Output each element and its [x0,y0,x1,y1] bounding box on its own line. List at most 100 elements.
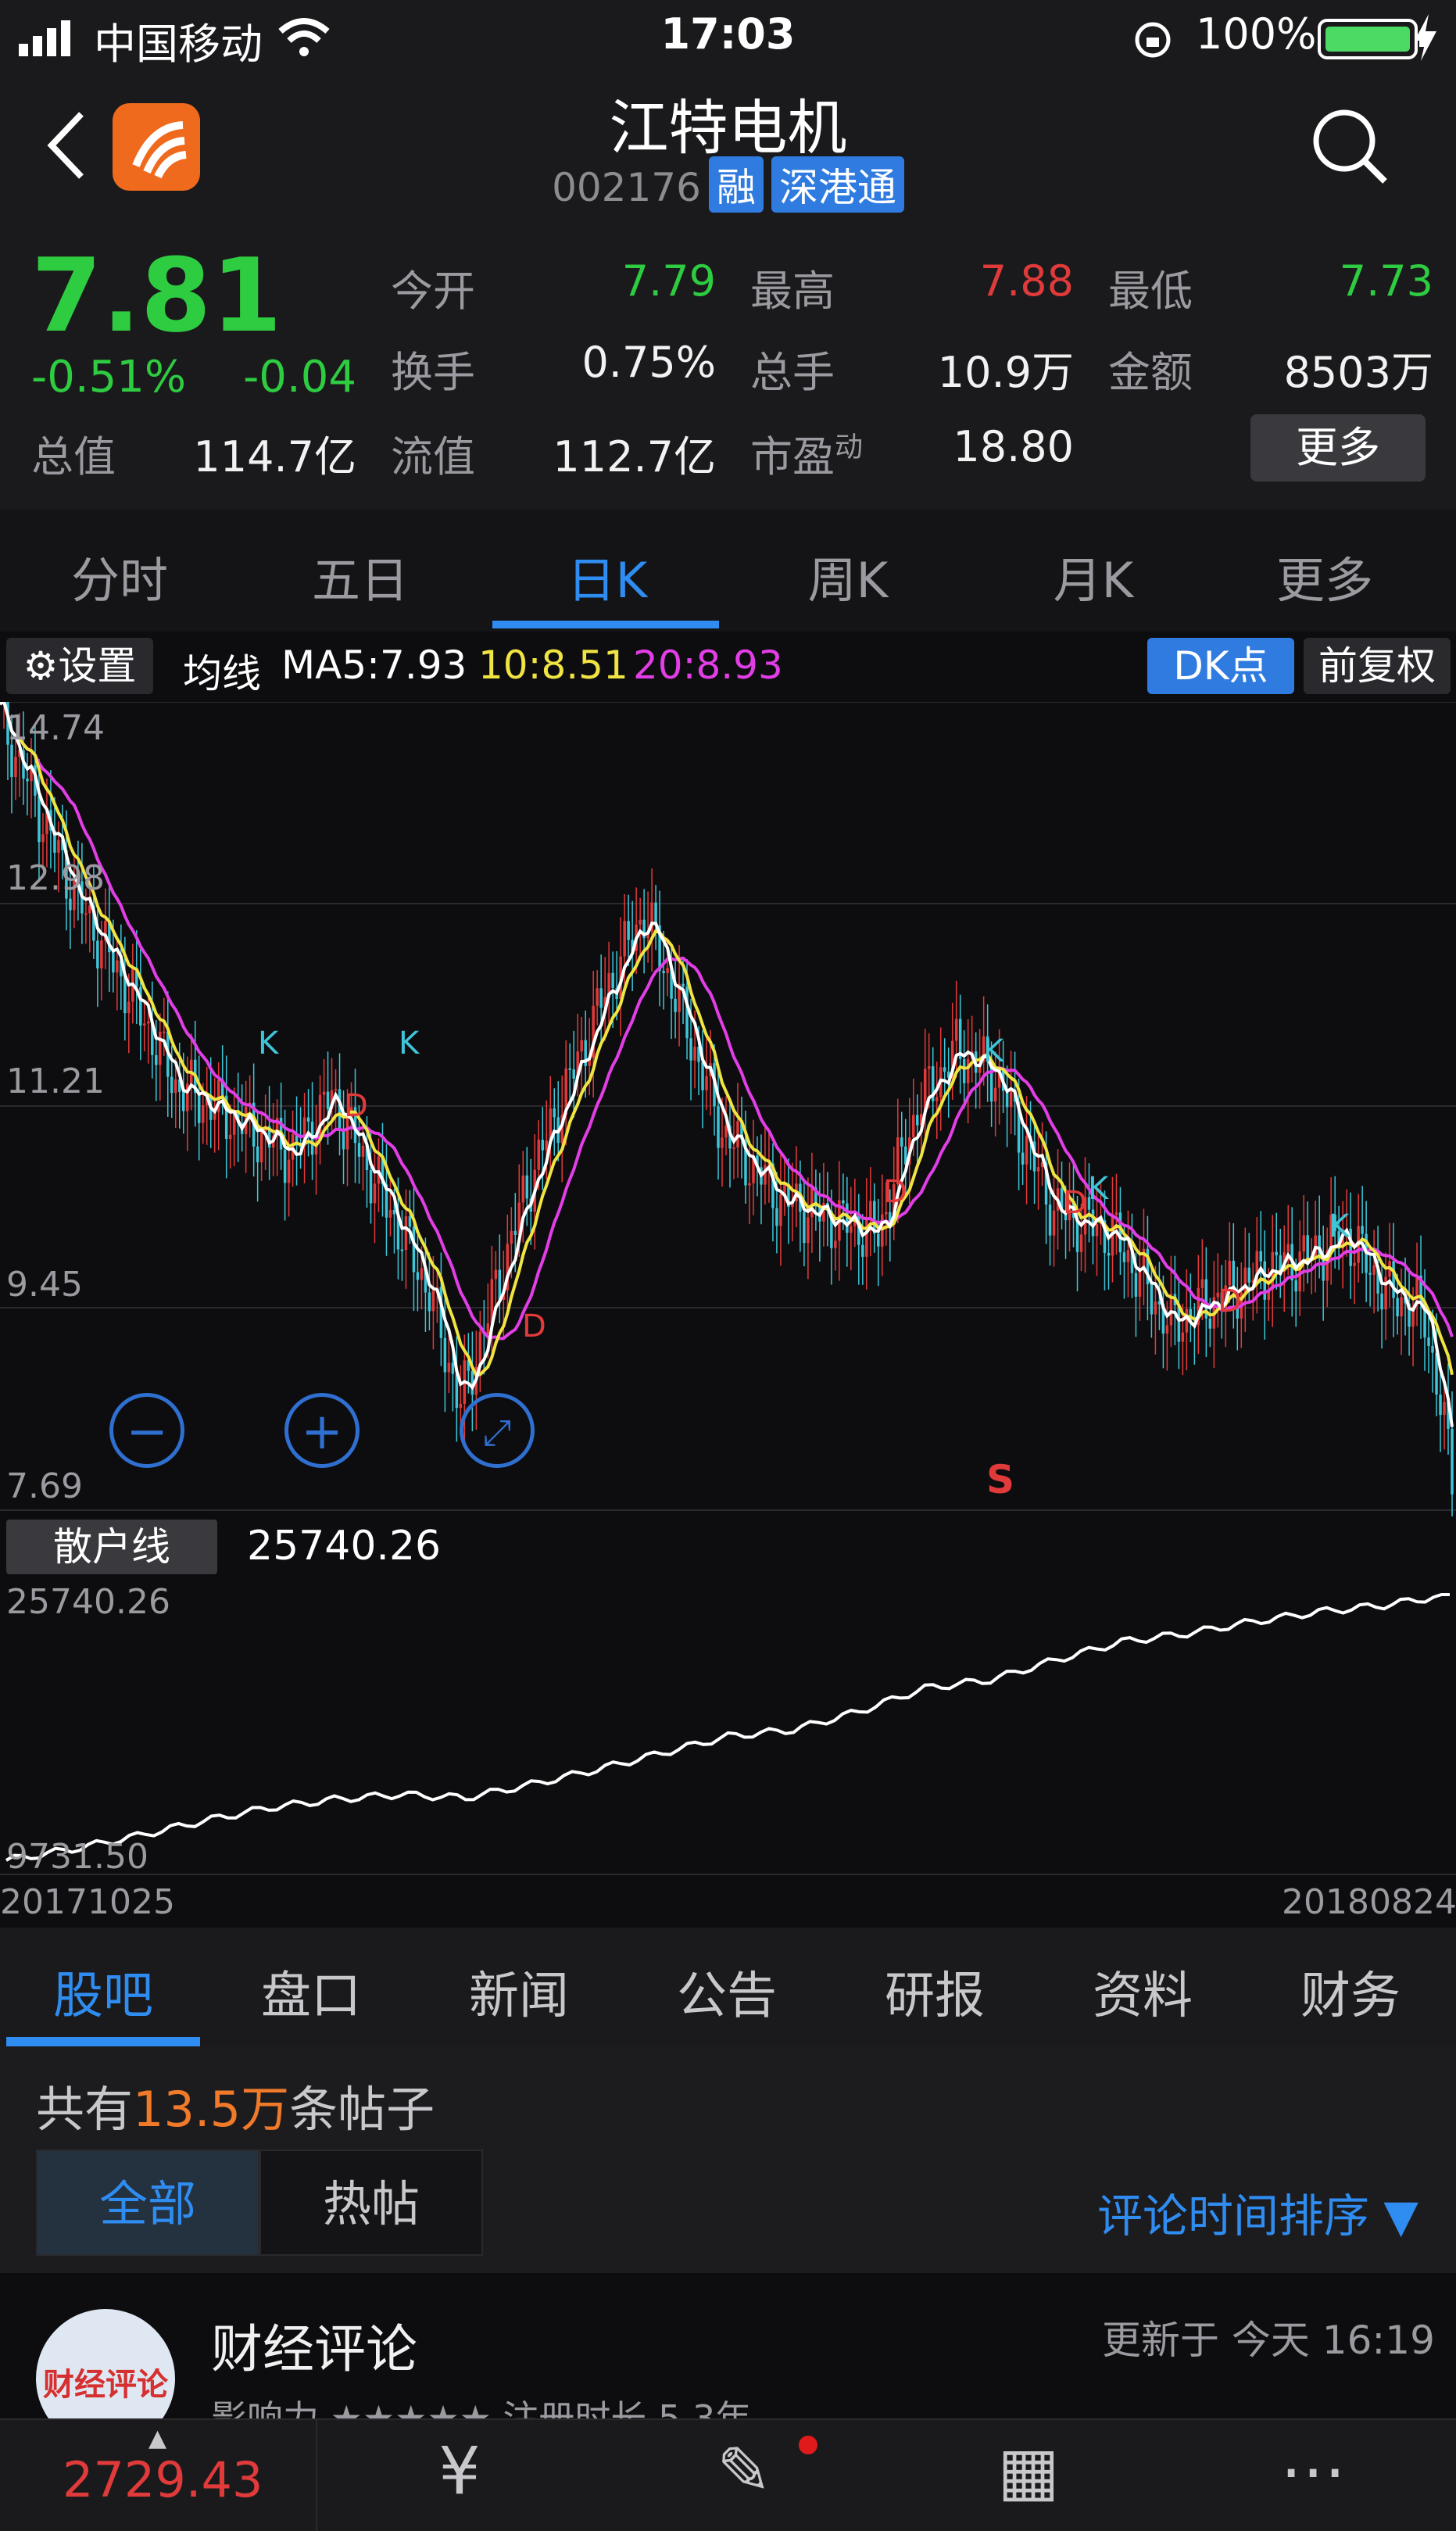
candle-body [1439,1394,1442,1416]
list-item[interactable]: 财经评论 财经评论 更新于 今天 16:19 影响力 ★★★★★ 注册时长 5.… [0,2273,1456,2448]
candle-body [861,1244,864,1257]
candle-body [572,1069,575,1079]
content-tabs: 股吧 盘口 新闻 公告 研报 资料 财务 [0,1928,1456,2046]
tab-announcements[interactable]: 公告 [633,1956,821,2028]
post-author[interactable]: 财经评论 [211,2307,417,2382]
candle-body [599,988,603,1008]
trade-icon[interactable]: ¥ [405,2433,514,2509]
candle-body [1259,1251,1263,1262]
candle-body [388,1209,392,1218]
candle-body [724,1125,728,1138]
dk-point-button[interactable]: DK点 [1147,638,1294,694]
candle-body [84,913,88,915]
rotation-lock-icon [1135,22,1171,58]
post-count-number: 13.5万 [133,2081,290,2138]
k-marker: K [1329,1208,1350,1244]
candle-body [123,976,127,1014]
tab-research[interactable]: 研报 [841,1956,1029,2028]
search-icon[interactable] [1310,106,1391,188]
forward-adjust-button[interactable]: 前复权 [1304,638,1451,694]
candle-body [627,921,630,940]
compose-icon[interactable]: ✎ [689,2433,799,2509]
nav-divider [316,2420,317,2531]
candle-body [57,839,60,853]
margin-tag[interactable]: 融 [708,156,764,213]
candle-body [201,1104,205,1123]
candle-body [596,988,599,1006]
active-content-tab-indicator [6,2037,200,2046]
candle-body [147,1021,150,1024]
retail-line-header: 散户线 25740.26 [0,1516,1456,1579]
settings-button[interactable]: ⚙设置 [6,638,153,694]
candle-body [1294,1280,1297,1292]
battery-percent: 100% [1196,9,1317,59]
candle-body [1157,1301,1161,1305]
candle-body [1392,1261,1395,1298]
candle-body [1400,1297,1403,1317]
candle-body [416,1272,420,1280]
stock-header: 江特电机 002176 融深港通 [0,72,1456,228]
kline-chart[interactable]: K K D D K D D K D K [0,702,1456,1516]
k-marker: K [1088,1171,1110,1207]
candle-body [623,921,626,957]
candle-body [322,1091,326,1095]
tab-daily-k[interactable]: 日K [510,541,705,611]
tab-weekly-k[interactable]: 周K [750,541,946,611]
ma20-line [0,702,1454,1341]
zoom-in-button[interactable]: + [284,1393,360,1468]
k-marker: K [258,1026,280,1061]
candle-body [14,757,17,778]
index-value[interactable]: 2729.43 [63,2451,263,2508]
candle-body [287,1159,291,1183]
quote-panel: 7.81 -0.51% -0.04 今开 7.79 最高 7.88 最低 7.7… [0,228,1456,510]
turnover-label: 换手 [391,348,475,397]
tab-news[interactable]: 新闻 [425,1956,613,2028]
retail-line-label[interactable]: 散户线 [6,1520,217,1574]
candle-body [850,1226,853,1233]
candle-body [291,1134,295,1160]
grid-icon[interactable]: ▦ [974,2433,1083,2509]
candle-body [96,940,99,968]
candle-body [962,1058,966,1083]
candle-body [915,1115,919,1126]
candle-body [943,1067,946,1072]
tab-intraday[interactable]: 分时 [22,541,217,611]
tab-order-book[interactable]: 盘口 [217,1956,405,2028]
fullscreen-button[interactable]: ⤢ [460,1393,535,1468]
candle-body [170,1076,174,1094]
connect-tag[interactable]: 深港通 [771,156,904,213]
zoom-out-button[interactable]: − [109,1393,184,1468]
sell-marker: S [986,1457,1015,1502]
sort-dropdown[interactable]: 评论时间排序 ▼ [1097,2179,1418,2245]
candle-body [580,1040,583,1052]
more-options-icon[interactable]: ⋯ [1258,2433,1368,2509]
tab-five-day[interactable]: 五日 [263,541,458,611]
stock-code: 002176 [552,165,701,210]
candle-body [1154,1301,1157,1315]
high-label: 最高 [750,267,835,316]
candle-body [1451,1428,1454,1495]
filter-all[interactable]: 全部 [36,2150,259,2256]
candle-body [259,1131,263,1162]
tab-financials[interactable]: 财务 [1257,1956,1444,2028]
tab-monthly-k[interactable]: 月K [996,541,1191,611]
d-marker: D [883,1174,907,1210]
tab-more-periods[interactable]: 更多 [1227,541,1422,611]
d-marker: D [1063,1185,1087,1221]
retail-y-max: 25740.26 [6,1582,170,1622]
open-value: 7.79 [621,256,716,306]
candle-body [927,1066,931,1069]
candle-body [1021,1152,1025,1165]
tab-forum[interactable]: 股吧 [9,1956,197,2028]
candle-body [885,1212,888,1215]
more-quote-button[interactable]: 更多 [1250,414,1426,481]
ma5-value: MA5:7.93 [281,643,467,688]
candle-body [1079,1234,1083,1252]
candle-body [163,1031,166,1033]
change-amount: -0.04 [243,352,356,403]
candle-body [404,1216,408,1251]
filter-hot[interactable]: 热帖 [259,2150,483,2256]
candles [2,702,1454,1516]
candle-body [116,960,119,973]
tab-profile[interactable]: 资料 [1049,1956,1236,2028]
